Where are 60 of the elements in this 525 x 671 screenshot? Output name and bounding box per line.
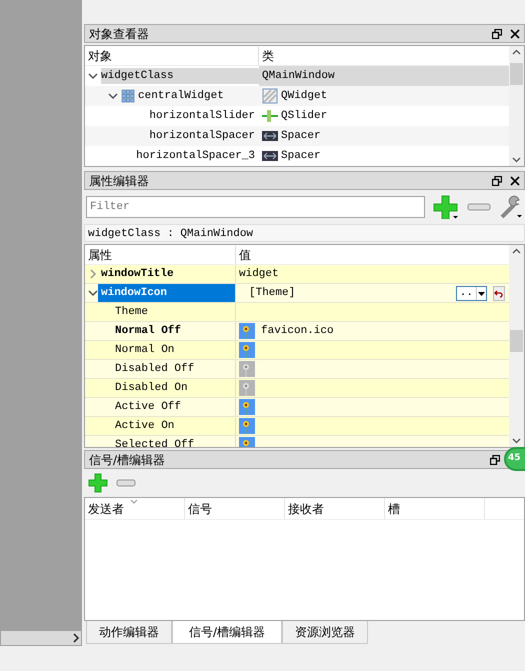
object-name[interactable]: horizontalSpacer_3	[136, 148, 259, 164]
grid-layout-icon	[121, 89, 135, 103]
column-header[interactable]: 信号	[185, 498, 285, 519]
float-icon[interactable]	[490, 454, 500, 464]
column-header: 值	[238, 246, 251, 264]
object-label: widgetClass : QMainWindow	[84, 224, 525, 242]
property-name[interactable]: Normal Off	[112, 322, 235, 340]
scrollbar[interactable]	[0, 630, 82, 646]
float-icon[interactable]	[492, 176, 502, 186]
scroll-up-icon[interactable]	[512, 49, 521, 55]
class-name: QSlider	[281, 108, 328, 124]
object-name[interactable]: horizontalSlider	[149, 108, 259, 124]
scrollbar-thumb[interactable]	[510, 330, 523, 352]
column-header[interactable]: 发送者	[85, 498, 185, 519]
slider-icon	[262, 108, 278, 124]
reset-icon[interactable]	[493, 286, 505, 300]
class-name: Spacer	[281, 128, 321, 144]
expanded-chevron-icon[interactable]	[108, 91, 118, 101]
spacer-icon	[262, 148, 278, 164]
panel-title: 信号/槽编辑器	[89, 452, 166, 468]
panel-title: 属性编辑器	[89, 172, 149, 190]
tab[interactable]: 信号/槽编辑器	[172, 621, 282, 644]
filter-field[interactable]: Filter	[86, 196, 425, 218]
property-name[interactable]: windowTitle	[98, 265, 235, 283]
object-name[interactable]: horizontalSpacer	[149, 128, 259, 144]
class-name: Spacer	[281, 148, 321, 164]
tab[interactable]: 动作编辑器	[86, 621, 172, 644]
property-value: widget	[239, 266, 279, 282]
float-icon[interactable]	[492, 28, 502, 38]
wrench-dropdown-icon[interactable]	[499, 195, 523, 219]
scroll-right-icon[interactable]	[71, 633, 81, 643]
add-icon[interactable]	[88, 473, 108, 493]
property-value: [Theme]	[248, 286, 296, 301]
collapsed-chevron-icon[interactable]	[88, 269, 98, 279]
column-header: 类	[261, 48, 274, 64]
property-name[interactable]: windowIcon	[98, 284, 235, 302]
scroll-down-icon[interactable]	[512, 438, 521, 444]
expanded-chevron-icon[interactable]	[88, 71, 98, 81]
object-name[interactable]: centralWidget	[138, 88, 228, 104]
add-dropdown-icon[interactable]	[433, 195, 459, 219]
class-name: QWidget	[281, 88, 328, 104]
scrollbar[interactable]	[509, 46, 524, 166]
column-header[interactable]: 槽	[385, 498, 485, 519]
scroll-up-icon[interactable]	[512, 248, 521, 254]
column-header[interactable]: 接收者	[285, 498, 385, 519]
expanded-chevron-icon[interactable]	[88, 288, 98, 298]
scroll-down-icon[interactable]	[512, 157, 521, 163]
property-value: favicon.ico	[261, 324, 334, 339]
tab[interactable]: 资源浏览器	[282, 621, 368, 644]
spacer-icon	[262, 128, 278, 144]
close-icon[interactable]	[510, 176, 520, 186]
object-name[interactable]: widgetClass	[101, 68, 259, 84]
panel-title: 对象查看器	[89, 26, 149, 42]
class-name: QMainWindow	[262, 68, 335, 84]
column-header: 对象	[85, 46, 259, 64]
dropdown-icon[interactable]	[476, 286, 486, 300]
scrollbar[interactable]	[509, 245, 524, 447]
column-header: 属性	[85, 246, 236, 264]
scrollbar-thumb[interactable]	[510, 63, 523, 85]
close-icon[interactable]	[510, 28, 520, 38]
